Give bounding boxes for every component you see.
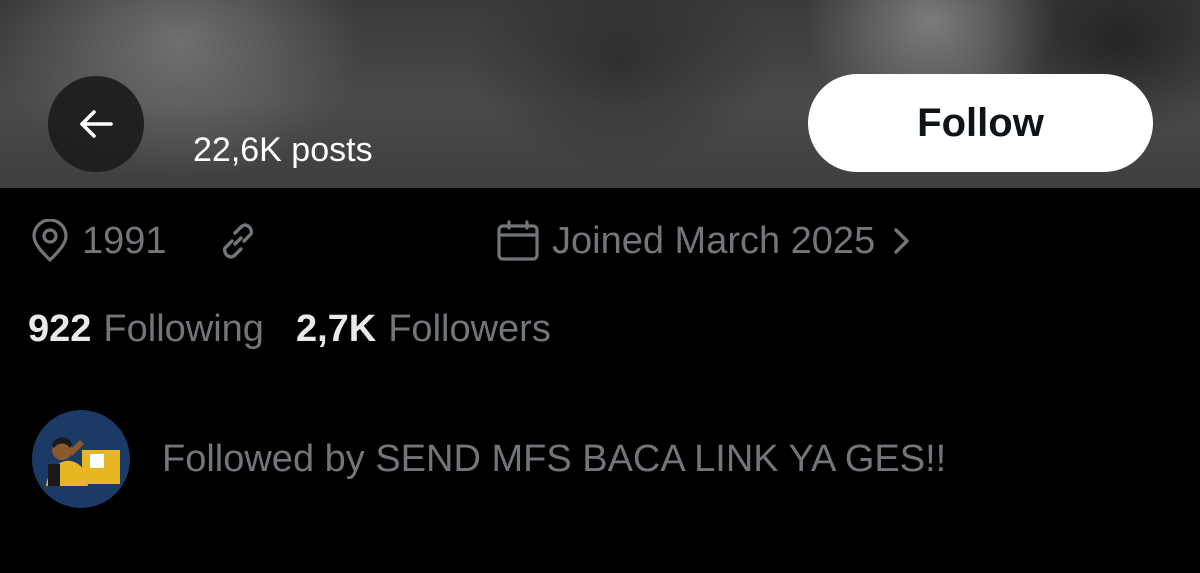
profile-stats: 922 Following 2,7K Followers (28, 306, 551, 352)
following-label: Following (103, 308, 264, 350)
joined-text: Joined March 2025 (552, 219, 876, 262)
follow-button[interactable]: Follow (808, 74, 1153, 172)
followed-by-row[interactable]: Followed by SEND MFS BACA LINK YA GES!! (32, 410, 946, 508)
profile-join-date[interactable]: Joined March 2025 (496, 216, 913, 266)
chevron-right-icon (894, 228, 909, 254)
profile-banner: 22,6K posts Follow (0, 0, 1200, 188)
followers-label: Followers (388, 308, 551, 350)
following-stat[interactable]: 922 Following (28, 306, 264, 352)
followed-by-text: Followed by SEND MFS BACA LINK YA GES!! (162, 437, 947, 480)
profile-website-link[interactable] (214, 216, 262, 266)
followers-stat[interactable]: 2,7K Followers (296, 306, 551, 352)
profile-location: 1991 (30, 216, 167, 266)
follower-avatar[interactable] (32, 410, 130, 508)
link-icon (223, 223, 253, 259)
avatar-image (46, 437, 120, 486)
following-count: 922 (28, 308, 92, 350)
arrow-left-icon (80, 110, 113, 138)
location-text: 1991 (82, 219, 167, 262)
calendar-icon (497, 220, 539, 261)
posts-count: 22,6K posts (193, 131, 373, 169)
followers-count: 2,7K (295, 308, 377, 350)
location-pin-icon (32, 219, 68, 262)
back-button[interactable] (48, 76, 144, 172)
follow-button-label: Follow (917, 100, 1044, 145)
